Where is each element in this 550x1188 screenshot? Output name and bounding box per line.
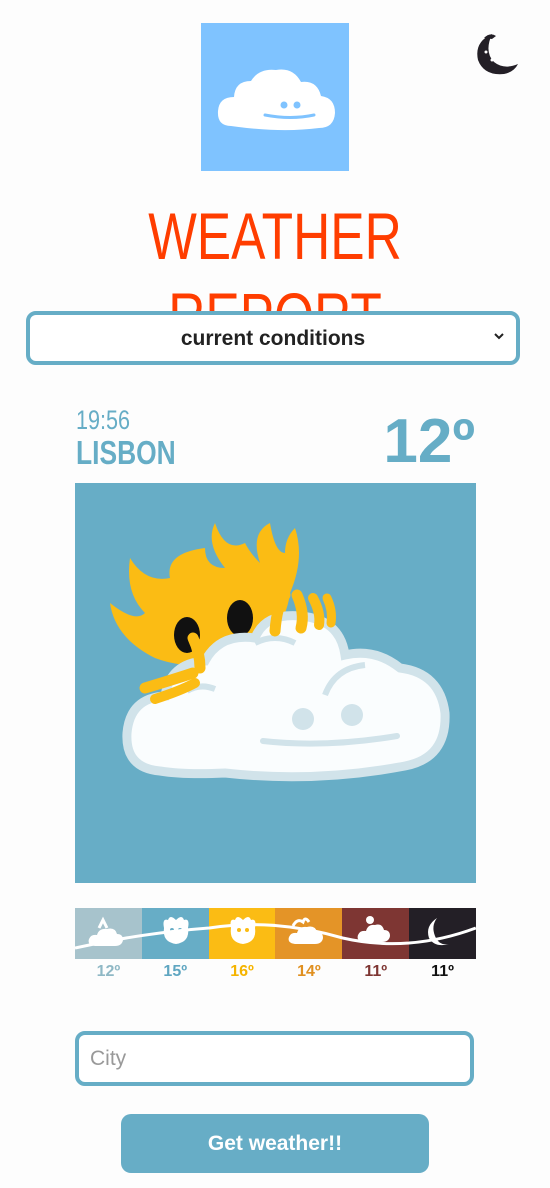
current-temperature: 12º: [383, 407, 475, 476]
forecast-temp: 12º: [96, 963, 121, 980]
sunset-cloud-icon: [342, 916, 410, 946]
forecast-temp: 15º: [163, 963, 188, 980]
forecast-temp: 11º: [364, 963, 388, 980]
forecast-temp: 11º: [431, 963, 454, 980]
mode-select[interactable]: current conditions: [26, 311, 520, 365]
forecast-cell: [342, 908, 410, 959]
forecast-temp: 16º: [230, 963, 254, 980]
forecast-temp: 14º: [297, 963, 321, 980]
city-input[interactable]: City: [75, 1031, 474, 1086]
forecast-cell: [208, 908, 276, 959]
city-name: LISBON: [76, 434, 176, 471]
hourly-forecast: [75, 908, 476, 959]
forecast-cell: [75, 908, 142, 959]
forecast-cell: [409, 908, 476, 959]
forecast-temps: 12º 15º 16º 14º 11º 11º: [75, 963, 476, 981]
sun-icon: [141, 917, 209, 944]
city-input-placeholder: City: [90, 1047, 127, 1070]
local-time: 19:56: [76, 405, 131, 435]
sun-cloud-icon: [275, 917, 343, 944]
get-weather-button[interactable]: Get weather!!: [121, 1114, 429, 1173]
happy-cloud-icon: [217, 69, 335, 131]
theme-toggle-button[interactable]: [470, 30, 520, 78]
sun-behind-cloud-icon: [110, 523, 450, 782]
logo: [201, 23, 349, 171]
sun-icon: [208, 917, 276, 944]
moon-icon: [409, 918, 476, 946]
mode-select-value: current conditions: [180, 327, 366, 350]
cloudy-icon: [75, 916, 142, 950]
forecast-cell: [275, 908, 343, 959]
crescent-moon-icon: [477, 34, 518, 75]
weather-illustration: [75, 483, 476, 883]
forecast-cell: [141, 908, 209, 959]
chevron-down-icon: [492, 329, 506, 343]
